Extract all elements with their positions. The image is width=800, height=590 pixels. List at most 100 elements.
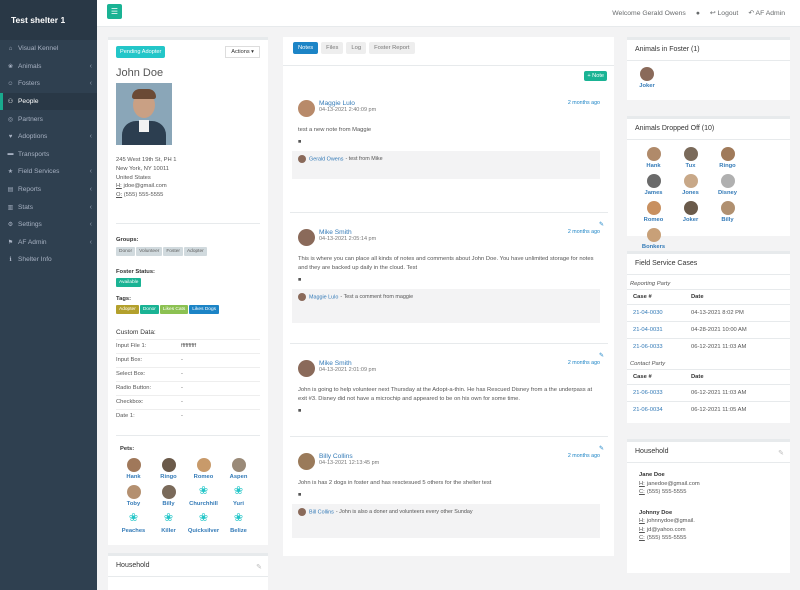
sidebar-item-fosters[interactable]: ☺ Fosters ‹ [0, 75, 97, 93]
tab-notes[interactable]: Notes [293, 42, 319, 54]
sidebar-item-people[interactable]: ⚇ People [0, 92, 97, 111]
pet-item[interactable]: ❀ Killer [151, 512, 186, 534]
sidebar-item-adoptions[interactable]: ♥ Adoptions ‹ [0, 128, 97, 146]
sidebar-item-animals[interactable]: ❀ Animals ‹ [0, 58, 97, 76]
pet-name[interactable]: Toby [127, 501, 140, 507]
pet-item[interactable]: ❀ Churchhill [186, 485, 221, 507]
sidebar-item-stats[interactable]: ▥ Stats ‹ [0, 198, 97, 216]
animal-name[interactable]: Hank [646, 163, 660, 169]
pet-item[interactable]: ❀ Yuri [221, 485, 256, 507]
add-note-button[interactable]: + Note [584, 71, 607, 81]
animal-name[interactable]: Jones [682, 190, 699, 196]
pet-item[interactable]: Ringo [151, 457, 186, 480]
animal-name[interactable]: Bonkers [642, 244, 665, 250]
pet-item[interactable]: ❀ Quicksilver [186, 512, 221, 534]
animal-name[interactable]: Joker [639, 83, 654, 89]
pet-name[interactable]: Romeo [194, 474, 214, 480]
edit-household-icon[interactable]: ✎ [256, 563, 262, 571]
animal-name[interactable]: James [644, 190, 662, 196]
sidebar-item-shelter-info[interactable]: ℹ Shelter Info [0, 251, 97, 269]
pet-item[interactable]: ❀ Peaches [116, 512, 151, 534]
sidebar-item-af-admin[interactable]: ⚑ AF Admin ‹ [0, 234, 97, 252]
user-icon[interactable]: ● [696, 10, 700, 17]
edit-note-icon[interactable]: ✎ [599, 445, 604, 452]
case-link[interactable]: 21-04-0030 [633, 310, 691, 316]
dropped-animal[interactable]: Billy [709, 201, 746, 223]
reply-author[interactable]: Maggie Lulo [309, 294, 338, 300]
pet-item[interactable]: Billy [151, 484, 186, 507]
menu-toggle-button[interactable]: ☰ [107, 4, 122, 19]
logout-link[interactable]: ↩ Logout [710, 9, 738, 17]
case-link[interactable]: 21-04-0031 [633, 327, 691, 333]
animal-name[interactable]: Billy [721, 217, 733, 223]
sidebar-item-reports[interactable]: ▤ Reports ‹ [0, 181, 97, 199]
actions-dropdown[interactable]: Actions ▾ [225, 46, 260, 58]
shelter-name[interactable]: Test shelter 1 [0, 0, 97, 40]
animal-name[interactable]: Ringo [719, 163, 735, 169]
pet-name[interactable]: Churchhill [189, 501, 218, 507]
dropped-animal[interactable]: Romeo [635, 201, 672, 223]
pet-item[interactable]: ❀ Belize [221, 512, 256, 534]
sidebar-item-settings[interactable]: ⚙ Settings ‹ [0, 216, 97, 234]
tab-foster-report[interactable]: Foster Report [369, 42, 415, 54]
note-author[interactable]: Maggie Lulo [319, 100, 376, 107]
comment-icon[interactable]: ■ [290, 408, 608, 414]
dropped-animal[interactable]: Joker [672, 201, 709, 223]
animal-name[interactable]: Joker [683, 217, 698, 223]
sidebar-item-field-services[interactable]: ★ Field Services ‹ [0, 163, 97, 181]
member-email-value[interactable]: johnnydoe@gmail. [647, 518, 695, 524]
case-link[interactable]: 21-06-0034 [633, 407, 691, 413]
pet-name[interactable]: Billy [162, 501, 174, 507]
animal-name[interactable]: Romeo [644, 217, 664, 223]
dropped-animal[interactable]: Jones [672, 174, 709, 196]
af-admin-link[interactable]: ↶ AF Admin [748, 9, 785, 17]
reply-author[interactable]: Gerald Owens [309, 156, 343, 162]
chevron-left-icon: ‹ [89, 80, 92, 88]
comment-icon[interactable]: ■ [290, 492, 608, 498]
animal-name[interactable]: Disney [718, 190, 737, 196]
dropped-animal[interactable]: Tux [672, 147, 709, 169]
email-value[interactable]: jdoe@gmail.com [123, 183, 166, 189]
member-email-value[interactable]: janedoe@gmail.com [647, 481, 700, 487]
comment-icon[interactable]: ■ [290, 139, 608, 145]
edit-note-icon[interactable]: ✎ [599, 221, 604, 228]
sidebar-item-visual-kennel[interactable]: ⌂ Visual Kennel [0, 40, 97, 58]
animal-name[interactable]: Tux [686, 163, 696, 169]
pet-item[interactable]: Hank [116, 457, 151, 480]
sidebar-item-transports[interactable]: ▬ Transports [0, 146, 97, 164]
member-email-value[interactable]: jd@yahoo.com [647, 527, 686, 533]
note-author[interactable]: Billy Collins [319, 453, 379, 460]
sidebar-item-partners[interactable]: ◎ Partners [0, 110, 97, 128]
dropped-animal[interactable]: Bonkers [635, 228, 672, 250]
foster-animal[interactable]: Joker [637, 67, 657, 89]
edit-household-right-icon[interactable]: ✎ [778, 449, 784, 457]
dropped-animal[interactable]: Disney [709, 174, 746, 196]
pet-name[interactable]: Killer [161, 528, 176, 534]
status-button[interactable]: Pending Adopter [116, 46, 166, 58]
pet-name[interactable]: Hank [126, 474, 140, 480]
case-link[interactable]: 21-06-0033 [633, 344, 691, 350]
dropped-animal[interactable]: James [635, 174, 672, 196]
case-link[interactable]: 21-06-0033 [633, 390, 691, 396]
tab-files[interactable]: Files [321, 42, 344, 54]
dropped-animal[interactable]: Ringo [709, 147, 746, 169]
edit-note-icon[interactable]: ✎ [599, 352, 604, 359]
pet-name[interactable]: Yuri [233, 501, 244, 507]
pet-name[interactable]: Aspen [230, 474, 248, 480]
pet-name[interactable]: Ringo [160, 474, 176, 480]
pet-name[interactable]: Quicksilver [188, 528, 219, 534]
note-author[interactable]: Mike Smith [319, 229, 376, 236]
tab-log[interactable]: Log [346, 42, 367, 54]
pet-name[interactable]: Belize [230, 528, 247, 534]
note-author[interactable]: Mike Smith [319, 360, 376, 367]
pet-name[interactable]: Peaches [122, 528, 146, 534]
pet-item[interactable]: Romeo [186, 457, 221, 480]
sidebar-item-label: AF Admin [18, 238, 47, 246]
dropped-animal[interactable]: Hank [635, 147, 672, 169]
comment-icon[interactable]: ■ [290, 277, 608, 283]
reply-author[interactable]: Bill Collins [309, 509, 334, 515]
note-body: test a new note from Maggie [298, 127, 372, 133]
member-phone-label: C: [639, 489, 645, 495]
pet-item[interactable]: Toby [116, 484, 151, 507]
pet-item[interactable]: Aspen [221, 457, 256, 480]
